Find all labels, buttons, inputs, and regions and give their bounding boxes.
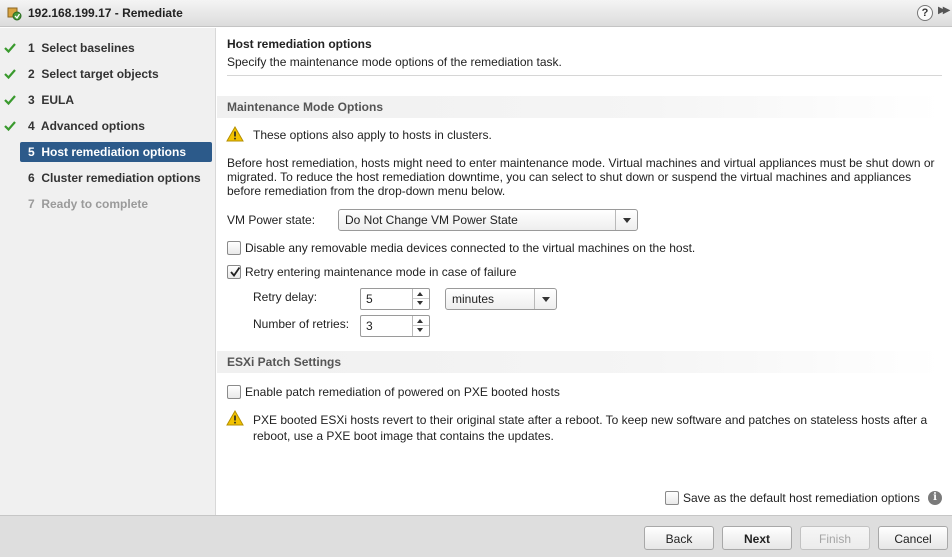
number-of-retries-value: 3 — [366, 319, 373, 333]
decrement-icon[interactable] — [413, 326, 429, 336]
window-titlebar: 192.168.199.17 - Remediate ? ▶▶ — [0, 0, 952, 27]
back-button[interactable]: Back — [644, 526, 714, 550]
pxe-remediation-checkbox[interactable] — [227, 385, 241, 399]
disable-media-checkbox[interactable] — [227, 241, 241, 255]
checkmark-icon — [230, 266, 241, 277]
step-label: 2 Select target objects — [28, 67, 159, 81]
step-label: 1 Select baselines — [28, 41, 135, 55]
warning-icon — [226, 126, 244, 142]
check-icon — [4, 43, 16, 54]
remediate-icon — [7, 7, 22, 21]
step-ready-to-complete: 7 Ready to complete — [20, 194, 212, 214]
step-select-target-objects[interactable]: 2 Select target objects — [4, 64, 212, 84]
increment-icon[interactable] — [413, 316, 429, 326]
page-subtitle: Specify the maintenance mode options of … — [227, 55, 562, 69]
next-button[interactable]: Next — [722, 526, 792, 550]
main-panel: Host remediation options Specify the mai… — [217, 28, 952, 515]
esxi-section-heading: ESXi Patch Settings — [217, 351, 942, 373]
number-of-retries-stepper[interactable]: 3 — [360, 315, 430, 337]
check-icon — [4, 95, 16, 106]
check-icon — [4, 121, 16, 132]
retry-maintenance-checkbox[interactable] — [227, 265, 241, 279]
warning-icon — [226, 410, 244, 426]
help-icon[interactable]: ? — [917, 5, 933, 21]
step-label: 3 EULA — [28, 93, 75, 107]
check-icon — [4, 69, 16, 80]
step-cluster-remediation-options[interactable]: 6 Cluster remediation options — [20, 168, 212, 188]
stepper-buttons — [412, 316, 429, 336]
finish-button: Finish — [800, 526, 870, 550]
chevron-down-icon — [615, 210, 637, 230]
maintenance-description-line: before remediation from the drop-down me… — [227, 184, 506, 198]
step-label: 5 Host remediation options — [28, 145, 187, 159]
retry-delay-unit-select[interactable]: minutes — [445, 288, 557, 310]
retry-delay-value: 5 — [366, 292, 373, 306]
maintenance-section-heading: Maintenance Mode Options — [217, 96, 942, 118]
vm-power-state-select[interactable]: Do Not Change VM Power State — [338, 209, 638, 231]
cancel-button[interactable]: Cancel — [878, 526, 948, 550]
step-select-baselines[interactable]: 1 Select baselines — [4, 38, 212, 58]
divider — [227, 75, 942, 76]
expand-icon[interactable]: ▶▶ — [938, 5, 951, 16]
maintenance-description-line: Before host remediation, hosts might nee… — [227, 156, 935, 170]
wizard-steps-nav: 1 Select baselines 2 Select target objec… — [0, 28, 216, 515]
step-host-remediation-options[interactable]: 5 Host remediation options — [20, 142, 212, 162]
chevron-down-icon — [534, 289, 556, 309]
step-advanced-options[interactable]: 4 Advanced options — [4, 116, 212, 136]
step-eula[interactable]: 3 EULA — [4, 90, 212, 110]
pxe-warning-line: reboot, use a PXE boot image that contai… — [253, 429, 554, 443]
info-icon[interactable]: i — [928, 491, 942, 505]
wizard-footer: Back Next Finish Cancel — [0, 515, 952, 557]
retry-delay-label: Retry delay: — [253, 290, 318, 304]
retry-delay-unit-value: minutes — [452, 292, 495, 306]
disable-media-label: Disable any removable media devices conn… — [245, 241, 696, 255]
pxe-remediation-label: Enable patch remediation of powered on P… — [245, 385, 560, 399]
save-default-checkbox[interactable] — [665, 491, 679, 505]
window-title: 192.168.199.17 - Remediate — [28, 6, 183, 20]
stepper-buttons — [412, 289, 429, 309]
vm-power-state-value: Do Not Change VM Power State — [345, 213, 518, 227]
cluster-warning-text: These options also apply to hosts in clu… — [253, 128, 492, 142]
retry-maintenance-label: Retry entering maintenance mode in case … — [245, 265, 517, 279]
step-label: 6 Cluster remediation options — [28, 171, 201, 185]
pxe-warning-line: PXE booted ESXi hosts revert to their or… — [253, 413, 928, 427]
save-default-label: Save as the default host remediation opt… — [683, 491, 920, 505]
number-of-retries-label: Number of retries: — [253, 317, 350, 331]
step-label: 4 Advanced options — [28, 119, 145, 133]
retry-delay-stepper[interactable]: 5 — [360, 288, 430, 310]
maintenance-description-line: migrated. To reduce the host remediation… — [227, 170, 912, 184]
decrement-icon[interactable] — [413, 299, 429, 309]
vm-power-state-label: VM Power state: — [227, 213, 316, 227]
page-title: Host remediation options — [227, 37, 372, 51]
step-label: 7 Ready to complete — [28, 197, 149, 211]
increment-icon[interactable] — [413, 289, 429, 299]
